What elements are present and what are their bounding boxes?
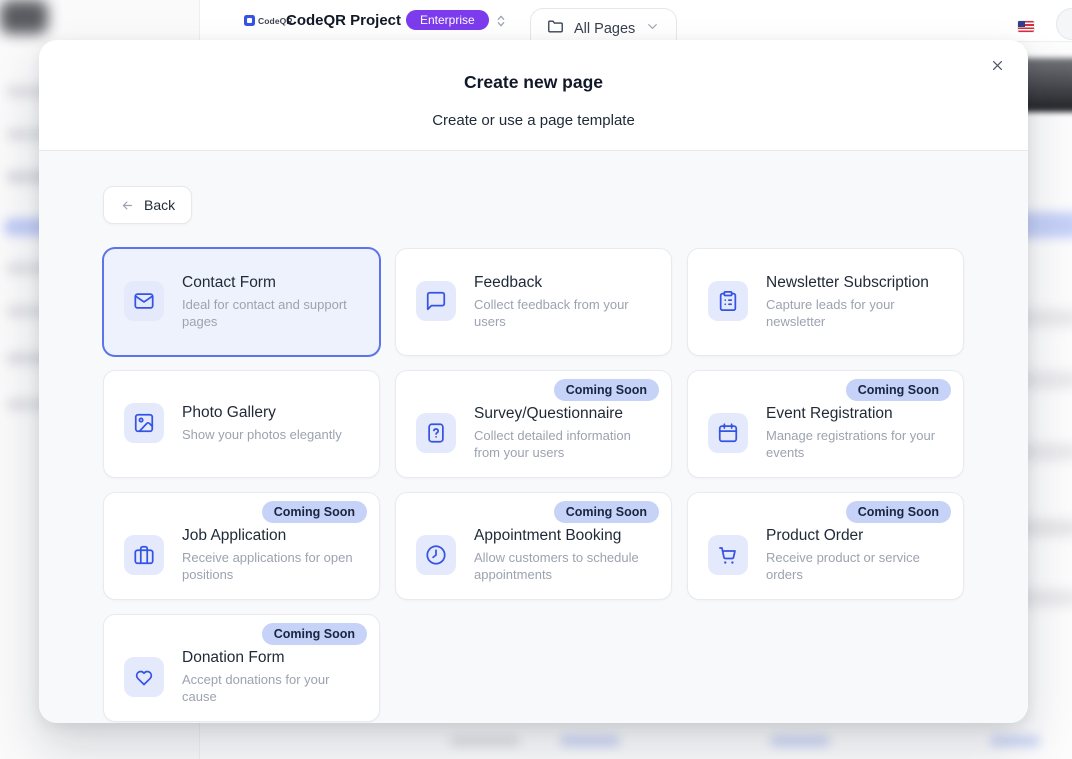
background-blob [560, 736, 620, 746]
template-card-photo-gallery[interactable]: Coming Soon Photo Gallery Show your phot… [103, 370, 380, 478]
image-icon [124, 403, 164, 443]
coming-soon-badge: Coming Soon [262, 501, 367, 523]
template-card-contact-form[interactable]: Coming Soon Contact Form Ideal for conta… [103, 248, 380, 356]
back-button[interactable]: Back [103, 186, 192, 224]
template-card-donation-form[interactable]: Coming Soon Donation Form Accept donatio… [103, 614, 380, 722]
arrow-left-icon [120, 198, 135, 213]
folder-icon [547, 18, 564, 40]
card-title: Donation Form [182, 648, 367, 668]
modal-title: Create new page [39, 40, 1028, 94]
card-title: Newsletter Subscription [766, 273, 951, 293]
sidebar-logo-blur [0, 0, 48, 34]
card-description: Receive product or service orders [766, 549, 951, 583]
close-button[interactable] [982, 52, 1012, 82]
coming-soon-badge: Coming Soon [554, 379, 659, 401]
card-description: Ideal for contact and support pages [182, 296, 367, 330]
coming-soon-badge: Coming Soon [554, 501, 659, 523]
template-card-appointment-booking[interactable]: Coming Soon Appointment Booking Allow cu… [395, 492, 672, 600]
message-icon [416, 281, 456, 321]
chevrons-up-down-icon[interactable] [493, 13, 509, 34]
template-card-survey-questionnaire[interactable]: Coming Soon Survey/Questionnaire Collect… [395, 370, 672, 478]
coming-soon-badge: Coming Soon [846, 501, 951, 523]
card-description: Allow customers to schedule appointments [474, 549, 659, 583]
template-grid: Coming Soon Contact Form Ideal for conta… [103, 248, 964, 722]
template-card-job-application[interactable]: Coming Soon Job Application Receive appl… [103, 492, 380, 600]
card-description: Collect feedback from your users [474, 296, 659, 330]
briefcase-icon [124, 535, 164, 575]
file-question-icon [416, 413, 456, 453]
top-header-bar: CodeQR CodeQR Project Enterprise All Pag… [200, 0, 1072, 42]
card-title: Product Order [766, 526, 951, 546]
codeqr-logo-icon [244, 15, 255, 26]
modal-subtitle: Create or use a page template [39, 110, 1028, 132]
card-title: Contact Form [182, 273, 367, 293]
back-button-label: Back [144, 197, 175, 213]
template-card-event-registration[interactable]: Coming Soon Event Registration Manage re… [687, 370, 964, 478]
card-title: Photo Gallery [182, 403, 342, 423]
coming-soon-badge: Coming Soon [846, 379, 951, 401]
coming-soon-badge: Coming Soon [262, 623, 367, 645]
card-description: Manage registrations for your events [766, 427, 951, 461]
card-description: Collect detailed information from your u… [474, 427, 659, 461]
template-card-feedback[interactable]: Coming Soon Feedback Collect feedback fr… [395, 248, 672, 356]
chevron-down-icon [645, 19, 660, 39]
create-new-page-modal: Create new page Create or use a page tem… [39, 40, 1028, 723]
cart-icon [708, 535, 748, 575]
card-title: Job Application [182, 526, 367, 546]
card-description: Show your photos elegantly [182, 426, 342, 443]
card-description: Receive applications for open positions [182, 549, 367, 583]
calendar-icon [708, 413, 748, 453]
card-title: Appointment Booking [474, 526, 659, 546]
background-blob [770, 736, 830, 746]
background-blob [450, 736, 520, 746]
card-title: Survey/Questionnaire [474, 404, 659, 424]
clock-icon [416, 535, 456, 575]
card-title: Event Registration [766, 404, 951, 424]
mail-icon [124, 281, 164, 321]
us-flag-icon[interactable] [1018, 21, 1034, 32]
modal-header: Create new page Create or use a page tem… [39, 40, 1028, 150]
avatar[interactable] [1056, 8, 1072, 40]
card-description: Capture leads for your newsletter [766, 296, 951, 330]
background-blob [990, 736, 1040, 746]
close-icon [989, 57, 1006, 77]
template-card-newsletter-subscription[interactable]: Coming Soon Newsletter Subscription Capt… [687, 248, 964, 356]
clipboard-icon [708, 281, 748, 321]
pages-selector-label: All Pages [574, 21, 635, 37]
project-name: CodeQR Project [286, 12, 401, 29]
card-description: Accept donations for your cause [182, 671, 367, 705]
card-title: Feedback [474, 273, 659, 293]
heart-icon [124, 657, 164, 697]
modal-body: Back Coming Soon Contact Form Ideal for … [39, 150, 1028, 723]
enterprise-plan-badge: Enterprise [406, 10, 489, 30]
template-card-product-order[interactable]: Coming Soon Product Order Receive produc… [687, 492, 964, 600]
